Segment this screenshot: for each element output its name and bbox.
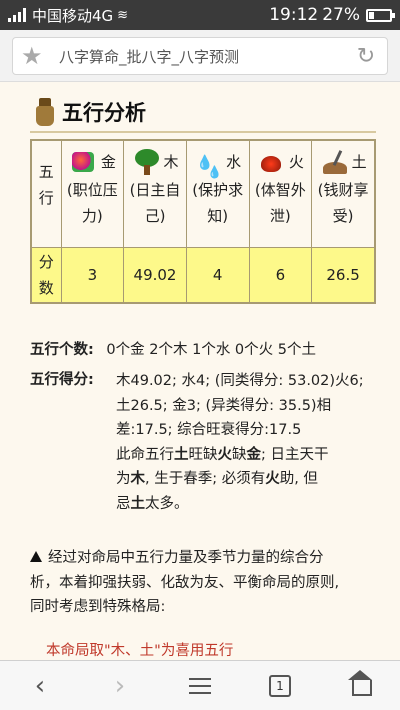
scores-label: 五行得分: <box>30 372 94 388</box>
clock: 19:12 <box>269 5 319 25</box>
tabs-button[interactable]: 1 <box>250 661 310 710</box>
triangle-bullet-icon <box>30 551 42 562</box>
scores-line-6: 忌土太多。 <box>116 495 189 512</box>
bookmark-star-icon[interactable]: ★ <box>21 42 51 70</box>
scores-line-2: 土26.5; 金3; (异类得分: 35.5)相 <box>116 397 332 414</box>
carrier-label: 中国移动4G <box>32 6 114 25</box>
wifi-icon: ≋ <box>117 7 129 23</box>
score-fire: 6 <box>248 246 313 304</box>
page-title[interactable]: 八字算命_批八字_八字预测 <box>51 46 353 67</box>
analysis-paragraph: 经过对命局中五行力量及季节力量的综合分 析，本着抑强扶弱、化敌为友、平衡命局的原… <box>30 550 340 615</box>
home-button[interactable] <box>330 661 390 710</box>
bag-icon <box>34 98 56 126</box>
scores-line-4: 此命五行土旺缺火缺金; 日主天干 <box>116 446 329 463</box>
score-earth: 26.5 <box>311 246 376 304</box>
tabs-count-icon: 1 <box>269 674 291 697</box>
reload-icon[interactable]: ↻ <box>353 44 379 69</box>
score-metal: 3 <box>60 246 125 304</box>
element-counts: 五行个数: 0个金 2个木 1个水 0个火 5个土 <box>30 338 376 362</box>
counts-label: 五行个数: <box>30 342 94 358</box>
earth-icon <box>320 148 350 176</box>
wood-icon <box>132 148 162 176</box>
element-scores: 木49.02; 水4; (同类得分: 53.02)火6; 土26.5; 金3; … <box>116 369 380 516</box>
element-wood: 木 (日主自 己) <box>123 139 187 248</box>
score-wood: 49.02 <box>123 246 187 304</box>
row-label-scores: 分 数 <box>30 246 62 304</box>
favorable-elements-result: 本命局取"木、土"为喜用五行 <box>46 643 234 659</box>
address-bar[interactable]: ★ 八字算命_批八字_八字预测 ↻ <box>12 37 388 75</box>
score-water: 4 <box>185 246 250 304</box>
element-earth: 土 (钱财享 受) <box>311 139 376 248</box>
back-button[interactable]: ‹ <box>10 661 70 710</box>
forward-button[interactable]: › <box>90 661 150 710</box>
water-icon <box>194 148 224 185</box>
element-water: 水 (保护求 知) <box>185 139 250 248</box>
menu-button[interactable] <box>170 661 230 710</box>
battery-percent: 27% <box>322 5 360 25</box>
element-metal: 金 (职位压 力) <box>60 139 125 248</box>
chevron-left-icon: ‹ <box>34 670 46 701</box>
section-title: 五行分析 <box>62 101 146 125</box>
row-label-elements: 五 行 <box>30 139 62 248</box>
scores-line-5: 为木, 生于春季; 必须有火助, 但 <box>116 471 318 487</box>
counts-value: 0个金 2个木 1个水 0个火 5个土 <box>106 342 316 358</box>
battery-icon <box>366 8 395 22</box>
browser-bottom-bar: ‹ › 1 <box>0 660 400 710</box>
signal-icon <box>8 8 26 22</box>
table-header-row: 五 行 金 (职位压 力) 木 (日主自 己) 水 (保护求 知) 火 (体智外 <box>30 139 376 248</box>
section-header: 五行分析 <box>30 93 376 133</box>
menu-icon <box>189 677 211 694</box>
page-content: 五行分析 五 行 金 (职位压 力) 木 (日主自 己) 水 (保护求 知) <box>0 83 400 660</box>
browser-toolbar: ★ 八字算命_批八字_八字预测 ↻ <box>0 30 400 82</box>
chevron-right-icon: › <box>114 670 126 701</box>
home-icon <box>348 669 372 696</box>
status-bar: 中国移动4G ≋ 19:12 27% <box>0 0 400 30</box>
fire-icon <box>257 148 287 176</box>
element-fire: 火 (体智外 泄) <box>248 139 313 248</box>
table-score-row: 分 数 3 49.02 4 6 26.5 <box>30 246 376 304</box>
five-elements-table: 五 行 金 (职位压 力) 木 (日主自 己) 水 (保护求 知) 火 (体智外 <box>30 139 376 304</box>
scores-line-1: 木49.02; 水4; (同类得分: 53.02)火6; <box>116 373 364 389</box>
gold-icon <box>69 148 99 176</box>
scores-line-3: 差:17.5; 综合旺衰得分:17.5 <box>116 422 302 438</box>
